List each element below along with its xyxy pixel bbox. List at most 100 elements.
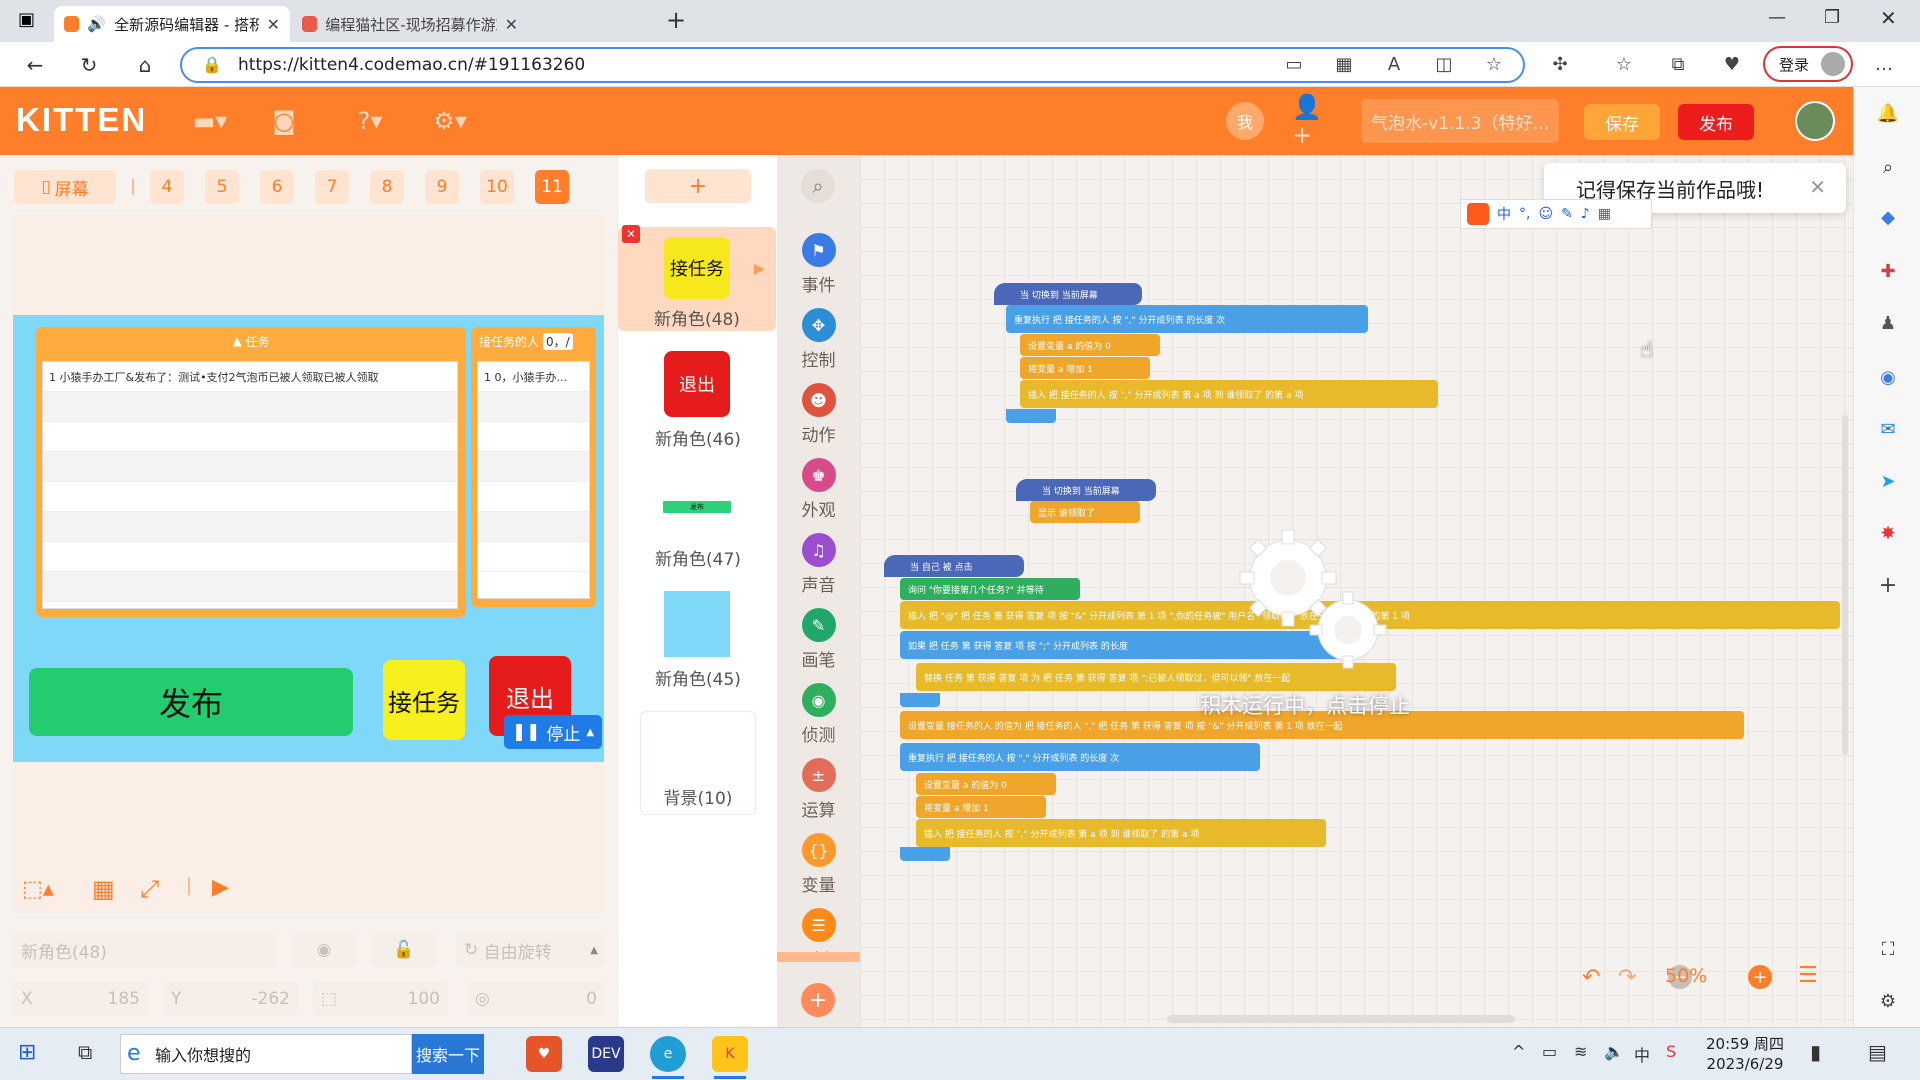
background-card[interactable]: 背景(10) (640, 711, 756, 815)
office-icon[interactable]: ◉ (1874, 363, 1902, 391)
tab-codemao-community[interactable]: 编程猫社区-现场招募作游戏方面 ✕ (292, 6, 528, 42)
taskbar-clock[interactable]: 20:59 周四 2023/6/29 (1706, 1034, 1784, 1074)
scene-tab-8[interactable]: 8 (370, 170, 404, 204)
category-sound[interactable]: ♫ 声音 (777, 527, 860, 597)
publish-button[interactable]: 发布 (1678, 104, 1754, 140)
stage-size-icon[interactable]: ⬚▴ (22, 877, 54, 902)
list-task-window[interactable]: ▲ 任务 1 小猿手办工厂&发布了：测试•支付2气泡币已被人领取已被人领取 (36, 327, 466, 617)
performance-icon[interactable]: ♥ (1718, 50, 1746, 78)
change-variable-block[interactable]: 将变量 a 增加 1 (1020, 357, 1150, 379)
category-lists[interactable]: ☰列表 (777, 902, 860, 952)
list-insert-block[interactable]: 插入 把 接任务的人 按 "," 分开成列表 第 a 项 到 谁领取了 的第 a… (916, 819, 1326, 847)
collections-icon[interactable]: ⧉ (1664, 50, 1692, 78)
x-position-field[interactable]: X 185 (13, 982, 148, 1016)
add-collaborator-icon[interactable]: 👤+ (1292, 93, 1332, 149)
new-tab-icon[interactable]: + (666, 6, 686, 34)
scene-tab-11[interactable]: 11 (535, 170, 569, 204)
send-icon[interactable]: ➤ (1874, 467, 1902, 495)
set-variable-block[interactable]: 设置变量 a 的值为 0 (1020, 334, 1160, 356)
change-variable-block[interactable]: 将变量 a 增加 1 (916, 796, 1046, 818)
repeat-block[interactable]: 重复执行 把 接任务的人 按 "," 分开成列表 的长度 次 (900, 743, 1260, 771)
preview-icon[interactable]: ▶ (212, 875, 229, 900)
set-variable-block[interactable]: 设置变量 a 的值为 0 (916, 773, 1056, 795)
stage-publish-button[interactable]: 发布 (29, 668, 353, 736)
category-event[interactable]: ⚑ 事件 (777, 227, 860, 297)
list-acceptor-window[interactable]: 接任务的人 0，/ 1 0，小猿手办... (471, 327, 596, 607)
stage-canvas[interactable]: ▲ 任务 1 小猿手办工厂&发布了：测试•支付2气泡币已被人领取已被人领取 接任… (13, 215, 604, 913)
y-position-field[interactable]: Y -262 (163, 982, 298, 1016)
chevron-up-icon[interactable]: ^ (1512, 1042, 1525, 1061)
arrange-blocks-icon[interactable]: ☰ (1798, 963, 1818, 988)
category-variables[interactable]: {} 变量 (777, 827, 860, 897)
app-available-icon[interactable]: ▭ (1280, 50, 1308, 78)
delete-icon[interactable]: ✕ (622, 225, 640, 243)
character-card[interactable]: 新角色(45) (640, 591, 756, 695)
extensions-icon[interactable]: ✣ (1546, 50, 1574, 78)
visibility-eye-icon[interactable]: ◉ (290, 933, 358, 967)
taskbar-search-button[interactable]: 搜索一下 (412, 1034, 484, 1074)
emoji-icon[interactable]: ☺ (1538, 206, 1553, 222)
favorites-icon[interactable]: ☆ (1610, 50, 1638, 78)
scene-tab-7[interactable]: 7 (315, 170, 349, 204)
add-character-button[interactable]: + (645, 169, 751, 203)
tools-icon[interactable]: ✚ (1874, 257, 1902, 285)
scene-tab-5[interactable]: 5 (205, 170, 239, 204)
close-icon[interactable]: ✕ (1809, 175, 1826, 199)
devtools-icon[interactable]: DEV (588, 1036, 624, 1072)
stage-accept-task-button[interactable]: 接任务 (383, 660, 465, 740)
size-field[interactable]: ⬚ 100 (313, 982, 448, 1016)
chevron-up-icon[interactable]: ▲ (586, 727, 594, 738)
battery-icon[interactable]: ▭ (1542, 1042, 1557, 1061)
lock-icon[interactable]: 🔓 (370, 933, 438, 967)
backpack-icon[interactable]: ◙ (264, 105, 304, 137)
when-clicked-block[interactable]: 当 自己 被 点击 (884, 555, 1024, 577)
split-screen-icon[interactable]: ◫ (1430, 50, 1458, 78)
horizontal-scrollbar[interactable] (1167, 1015, 1515, 1023)
category-sensing[interactable]: ◉ 侦测 (777, 677, 860, 747)
when-screen-switched-block[interactable]: 当 切换到 当前屏幕 (994, 283, 1142, 305)
wifi-icon[interactable]: ≋ (1574, 1042, 1587, 1061)
stop-button[interactable]: ❚❚ 停止 ▲ (504, 715, 602, 749)
kitten-logo[interactable]: KITTEN (16, 101, 147, 139)
lock-icon[interactable]: 🔒 (202, 55, 222, 74)
screenshot-icon[interactable]: ⛶ (1874, 935, 1902, 963)
edge-browser-icon[interactable]: e (650, 1036, 686, 1072)
character-card[interactable]: 退出 新角色(46) (640, 351, 756, 455)
volume-icon[interactable]: 🔈 (1604, 1042, 1624, 1061)
save-button[interactable]: 保存 (1584, 104, 1660, 140)
category-control[interactable]: ✥ 控制 (777, 302, 860, 372)
settings-gear-icon[interactable]: ⚙▾ (430, 105, 470, 137)
mic-icon[interactable]: ♪ (1581, 206, 1590, 222)
home-icon[interactable]: ⌂ (130, 50, 160, 80)
scene-tab-6[interactable]: 6 (260, 170, 294, 204)
running-overlay-text[interactable]: 积木运行中，点击停止 (1200, 690, 1410, 720)
search-icon[interactable]: ⌕ (1874, 153, 1902, 181)
project-name-field[interactable]: 气泡水-v1.1.3（特好… (1361, 99, 1559, 143)
minimize-icon[interactable]: — (1768, 7, 1786, 28)
help-icon[interactable]: ?▾ (350, 105, 390, 137)
ime-toolbar[interactable]: 中 °, ☺ ✎ ♪ ▦ (1460, 199, 1652, 229)
shopping-tag-icon[interactable]: ◆ (1874, 203, 1902, 231)
sprite-name-field[interactable]: 新角色(48) (13, 933, 275, 967)
scene-tab-9[interactable]: 9 (425, 170, 459, 204)
taskbar-search-input[interactable]: e 输入你想搜的 (120, 1034, 412, 1074)
character-card[interactable]: 发布 新角色(47) (640, 471, 756, 575)
notification-center-icon[interactable]: ▤ (1868, 1040, 1887, 1064)
vertical-scrollbar[interactable] (1842, 415, 1848, 755)
tab-kitten[interactable]: 🔊 全新源码编辑器 - 搭积木一 ✕ (54, 6, 290, 42)
chinese-mode-icon[interactable]: 中 (1497, 204, 1511, 224)
redo-icon[interactable]: ↷ (1618, 965, 1636, 990)
refresh-icon[interactable]: ↻ (74, 50, 104, 80)
grid-icon[interactable]: ▦ (1598, 206, 1611, 222)
when-screen-switched-block[interactable]: 当 切换到 当前屏幕 (1016, 479, 1156, 501)
settings-gear-icon[interactable]: ⚙ (1874, 987, 1902, 1015)
speaker-icon[interactable]: 🔊 (87, 15, 106, 33)
scene-tab-10[interactable]: 10 (480, 170, 514, 204)
task-view-icon[interactable]: ⧉ (78, 1040, 92, 1064)
close-icon[interactable]: ✕ (267, 15, 280, 34)
close-icon[interactable]: ✕ (505, 15, 518, 34)
me-button[interactable]: 我 (1226, 102, 1264, 140)
read-aloud-icon[interactable]: A (1380, 50, 1408, 78)
back-icon[interactable]: ← (20, 50, 50, 80)
fullscreen-icon[interactable]: ⤢ (140, 875, 159, 903)
